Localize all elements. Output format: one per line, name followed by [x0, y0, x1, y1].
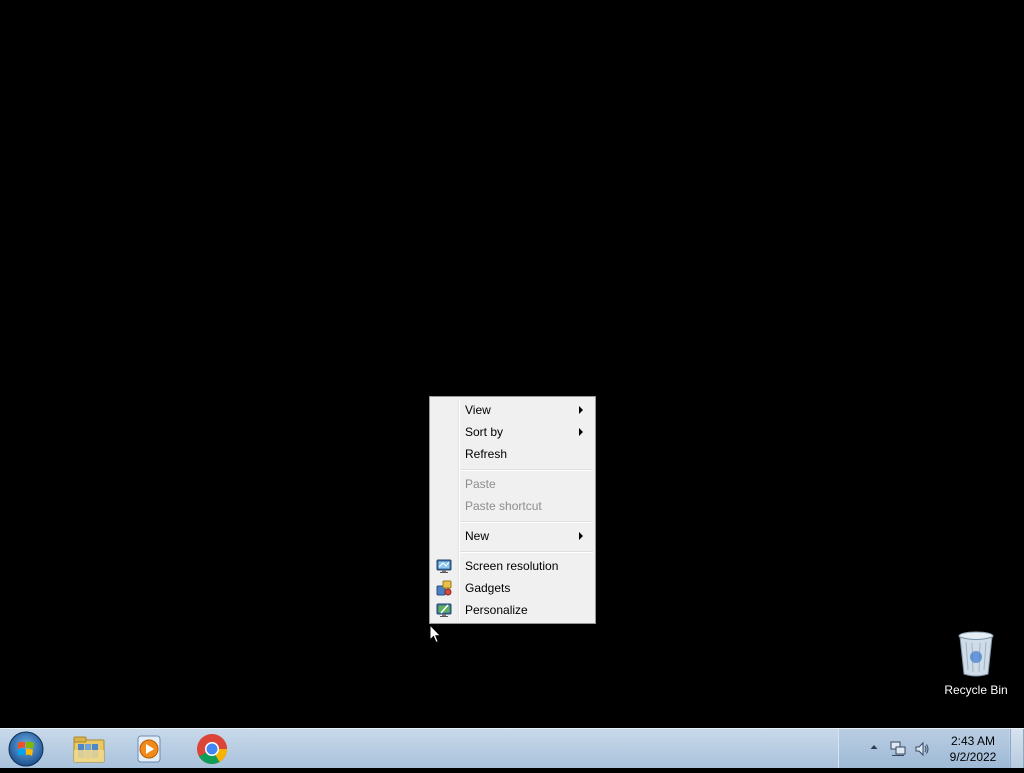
desktop-icon-recycle-bin[interactable]: Recycle Bin — [938, 630, 1014, 700]
mouse-cursor-icon — [429, 624, 442, 644]
submenu-arrow-icon — [579, 428, 583, 436]
menu-item-label: New — [465, 529, 490, 543]
media-player-icon — [137, 735, 161, 763]
menu-item-new[interactable]: New — [432, 525, 593, 547]
menu-item-label: Gadgets — [465, 581, 511, 595]
menu-separator — [460, 469, 593, 471]
folder-library-icon — [73, 736, 105, 763]
menu-item-label: Paste shortcut — [465, 499, 542, 513]
menu-item-gadgets[interactable]: Gadgets — [432, 577, 593, 599]
menu-separator — [460, 551, 593, 553]
recycle-bin-icon — [958, 631, 994, 677]
menu-item-label: Sort by — [465, 425, 504, 439]
menu-item-label: Refresh — [465, 447, 508, 461]
taskbar: 2:43 AM 9/2/2022 — [0, 728, 1024, 768]
clock-date: 9/2/2022 — [949, 750, 997, 764]
desktop-icon-label: Recycle Bin — [944, 683, 1008, 697]
desktop-context-menu: View Sort by Refresh Paste Paste shortcu… — [429, 396, 596, 624]
menu-item-label: View — [465, 403, 491, 417]
system-tray: 2:43 AM 9/2/2022 — [838, 729, 1024, 769]
menu-item-paste: Paste — [432, 473, 593, 495]
menu-item-label: Screen resolution — [465, 559, 559, 573]
menu-item-sort-by[interactable]: Sort by — [432, 421, 593, 443]
windows-start-orb-icon — [8, 731, 44, 767]
gadgets-icon — [436, 580, 452, 596]
menu-item-screen-resolution[interactable]: Screen resolution — [432, 555, 593, 577]
screen-resolution-icon — [436, 559, 452, 573]
menu-item-personalize[interactable]: Personalize — [432, 599, 593, 621]
taskbar-windows-media-player[interactable] — [124, 731, 176, 767]
menu-item-paste-shortcut: Paste shortcut — [432, 495, 593, 517]
volume-icon[interactable] — [914, 741, 930, 757]
network-icon[interactable] — [890, 741, 906, 757]
menu-item-label: Personalize — [465, 603, 528, 617]
menu-item-label: Paste — [465, 477, 496, 491]
clock-time: 2:43 AM — [950, 734, 996, 748]
menu-separator — [460, 521, 593, 523]
show-hidden-icons-arrow-icon[interactable] — [869, 743, 879, 751]
menu-item-view[interactable]: View — [432, 399, 593, 421]
start-button[interactable] — [5, 730, 47, 768]
menu-item-refresh[interactable]: Refresh — [432, 443, 593, 465]
chrome-icon — [197, 734, 228, 765]
taskbar-clock[interactable]: 2:43 AM 9/2/2022 — [938, 733, 1008, 765]
taskbar-google-chrome[interactable] — [186, 731, 238, 767]
submenu-arrow-icon — [579, 406, 583, 414]
submenu-arrow-icon — [579, 532, 583, 540]
show-desktop-button[interactable] — [1010, 729, 1024, 768]
personalize-icon — [436, 603, 452, 617]
taskbar-windows-explorer[interactable] — [63, 731, 115, 767]
